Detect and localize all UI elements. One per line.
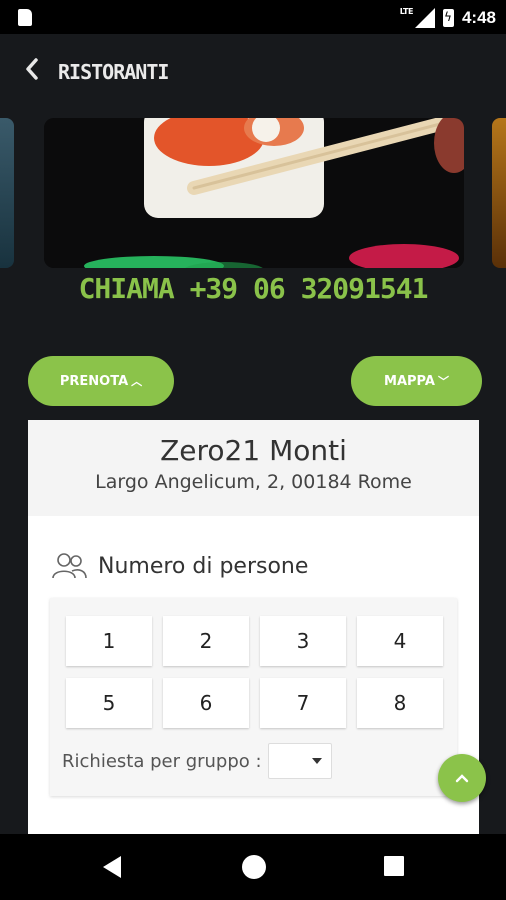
mappa-label: MAPPA [384,373,435,389]
back-chevron-icon[interactable] [24,58,50,84]
chevron-up-icon: ︿ [131,375,143,388]
restaurant-name: Zero21 Monti [160,434,347,467]
mappa-button[interactable]: MAPPA ﹀ [351,356,482,406]
people-option-5[interactable]: 5 [66,678,152,728]
carousel-main-slide[interactable] [44,118,464,268]
page-title: RISTORANTI [58,60,169,84]
people-number-grid: 1 2 3 4 5 6 7 8 [66,616,443,728]
scroll-top-button[interactable] [438,754,486,802]
system-nav-bar [0,834,506,900]
people-icon [52,552,88,580]
group-request-select[interactable] [267,743,332,779]
carousel-prev-slide[interactable] [0,118,14,268]
people-selector: 1 2 3 4 5 6 7 8 Richiesta per gruppo : [50,598,457,796]
people-option-4[interactable]: 4 [357,616,443,666]
network-type: LTE [399,6,414,16]
people-count-heading: Numero di persone [52,552,308,580]
sushi-photo [44,118,464,268]
nav-home-icon[interactable] [242,855,266,879]
restaurant-header: Zero21 Monti Largo Angelicum, 2, 00184 R… [28,420,479,516]
prenota-button[interactable]: PRENOTA ︿ [28,356,174,406]
nav-back-icon[interactable] [103,856,121,878]
sim-card-icon [18,9,32,26]
restaurant-address: Largo Angelicum, 2, 00184 Rome [95,471,412,493]
people-count-label: Numero di persone [98,553,309,579]
call-phone-link[interactable]: CHIAMA +39 06 32091541 [0,272,506,305]
status-time: 4:48 [461,8,496,27]
people-option-7[interactable]: 7 [260,678,346,728]
prenota-label: PRENOTA [59,373,129,389]
status-bar: LTE 4:48 [0,0,506,34]
chevron-up-icon [455,774,469,783]
nav-recents-icon[interactable] [384,856,404,876]
signal-icon [414,8,435,28]
booking-card: Zero21 Monti Largo Angelicum, 2, 00184 R… [28,420,479,840]
battery-charging-icon [442,9,454,27]
app-bar: RISTORANTI [0,34,506,114]
carousel-next-slide[interactable] [492,118,506,268]
dropdown-arrow-icon [311,758,322,764]
group-request-row: Richiesta per gruppo : [62,743,332,779]
people-option-6[interactable]: 6 [163,678,249,728]
chevron-down-icon: ﹀ [437,375,449,388]
image-carousel[interactable] [0,118,506,270]
people-option-1[interactable]: 1 [66,616,152,666]
people-option-2[interactable]: 2 [163,616,249,666]
people-option-3[interactable]: 3 [260,616,346,666]
group-request-label: Richiesta per gruppo : [62,750,262,772]
people-option-8[interactable]: 8 [357,678,443,728]
